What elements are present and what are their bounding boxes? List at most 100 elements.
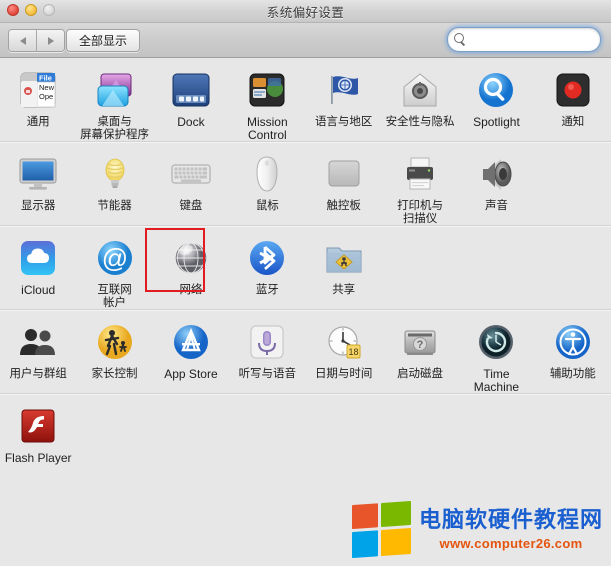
pref-pane-network[interactable]: 网络	[144, 226, 229, 310]
preference-row-personal: File New Ope 通用 桌面与 屏幕保护程序 Dock Mission …	[0, 58, 611, 142]
dictation-speech-icon	[245, 320, 289, 364]
pref-pane-label: 打印机与 扫描仪	[397, 200, 444, 225]
pref-pane-label: Spotlight	[473, 115, 520, 129]
pref-pane-desktop-screensaver[interactable]: 桌面与 屏幕保护程序	[76, 58, 152, 142]
watermark: 电脑软硬件教程网 www.computer26.com	[351, 500, 603, 559]
pref-pane-displays[interactable]: 显示器	[0, 142, 76, 226]
pref-pane-label: 语言与地区	[314, 116, 373, 128]
security-privacy-icon	[398, 68, 442, 112]
toolbar: 全部显示	[0, 23, 611, 58]
preference-grid: Flash Player	[0, 394, 611, 465]
svg-text:18: 18	[348, 347, 358, 357]
pref-pane-security-privacy[interactable]: 安全性与隐私	[382, 58, 458, 142]
pref-pane-dock[interactable]: Dock	[153, 58, 229, 142]
pref-pane-label: iCloud	[21, 283, 56, 297]
pref-pane-dictation-speech[interactable]: 听写与语音	[229, 310, 305, 394]
keyboard-icon	[169, 152, 213, 196]
time-machine-icon	[474, 320, 518, 364]
search-icon	[454, 33, 467, 46]
pref-pane-label: Dock	[177, 115, 205, 129]
pref-pane-label: 安全性与隐私	[385, 116, 455, 128]
icloud-icon	[16, 236, 60, 280]
pref-pane-printers-scanners[interactable]: 打印机与 扫描仪	[382, 142, 458, 226]
pref-pane-notifications[interactable]: 通知	[535, 58, 611, 142]
pref-pane-flash-player[interactable]: Flash Player	[0, 394, 76, 465]
svg-text:Ope: Ope	[39, 92, 53, 101]
trackpad-icon	[322, 152, 366, 196]
pref-pane-mission-control[interactable]: Mission Control	[229, 58, 305, 142]
show-all-button[interactable]: 全部显示	[66, 29, 141, 52]
pref-pane-keyboard[interactable]: 键盘	[153, 142, 229, 226]
chevron-right-icon	[47, 36, 54, 45]
pref-pane-trackpad[interactable]: 触控板	[306, 142, 382, 226]
pref-pane-bluetooth[interactable]: 蓝牙	[229, 226, 305, 310]
pref-pane-users-groups[interactable]: 用户与群组	[0, 310, 76, 394]
preference-row-system: 用户与群组 家长控制 App Store 听写与语音 18 日期与时间 ? 启动磁…	[0, 310, 611, 394]
pref-pane-energy-saver[interactable]: 节能器	[76, 142, 152, 226]
energy-saver-icon	[93, 152, 137, 196]
pref-pane-label: Flash Player	[4, 451, 72, 465]
svg-text:File: File	[39, 74, 52, 83]
pref-pane-label: 启动磁盘	[397, 368, 444, 380]
pref-pane-label: Time Machine	[473, 367, 520, 394]
pref-pane-label: Mission Control	[246, 115, 288, 142]
flash-player-icon	[16, 404, 60, 448]
pref-pane-app-store[interactable]: App Store	[153, 310, 229, 394]
pref-pane-label: 鼠标	[255, 200, 279, 212]
pref-pane-sound[interactable]: 声音	[458, 142, 534, 226]
parental-controls-icon	[93, 320, 137, 364]
pref-pane-date-time[interactable]: 18 日期与时间	[306, 310, 382, 394]
general-icon: File New Ope	[16, 68, 60, 112]
search-field[interactable]	[447, 27, 611, 52]
pref-pane-parental-controls[interactable]: 家长控制	[76, 310, 152, 394]
app-store-icon	[169, 320, 213, 364]
svg-text:@: @	[101, 243, 127, 273]
pref-pane-label: 显示器	[20, 200, 56, 212]
pref-pane-label: 蓝牙	[255, 284, 279, 296]
pref-pane-label: 通知	[561, 116, 585, 128]
pref-pane-label: 互联网 帐户	[97, 284, 132, 309]
search-input[interactable]	[470, 28, 611, 51]
navigation-buttons	[8, 29, 65, 52]
pref-pane-label: 日期与时间	[314, 368, 373, 380]
preference-grid: iCloud @ 互联网 帐户 网络 蓝牙 共享	[0, 226, 611, 310]
pref-pane-label: 声音	[484, 200, 508, 212]
date-time-icon: 18	[322, 320, 366, 364]
back-button[interactable]	[9, 30, 36, 51]
preference-grid: 显示器 节能器 键盘 鼠标 触控板 打印机与 扫描仪 声音	[0, 142, 611, 226]
accessibility-icon	[551, 320, 595, 364]
pref-pane-label: 节能器	[97, 200, 132, 212]
pref-pane-internet-accounts[interactable]: @ 互联网 帐户	[76, 226, 152, 310]
pref-pane-label: 键盘	[179, 200, 203, 212]
pref-pane-label: 桌面与 屏幕保护程序	[80, 116, 150, 141]
pref-pane-sharing[interactable]: 共享	[306, 226, 382, 310]
window-title: 系统偏好设置	[266, 6, 345, 20]
preference-row-internet-wireless: iCloud @ 互联网 帐户 网络 蓝牙 共享	[0, 226, 611, 310]
pref-pane-label: 辅助功能	[549, 368, 596, 380]
sound-icon	[474, 152, 518, 196]
printers-scanners-icon	[398, 152, 442, 196]
pref-pane-icloud[interactable]: iCloud	[0, 226, 76, 310]
watermark-text: 电脑软硬件教程网 www.computer26.com	[419, 509, 603, 550]
preference-grid: File New Ope 通用 桌面与 屏幕保护程序 Dock Mission …	[0, 58, 611, 142]
pref-pane-startup-disk[interactable]: ? 启动磁盘	[382, 310, 458, 394]
preference-row-other: Flash Player	[0, 394, 611, 465]
pref-pane-label: 听写与语音	[238, 368, 297, 380]
pref-pane-label: 通用	[26, 116, 50, 128]
pref-pane-mouse[interactable]: 鼠标	[229, 142, 305, 226]
network-icon	[169, 236, 213, 280]
pref-pane-label: 触控板	[326, 200, 361, 212]
pref-pane-general[interactable]: File New Ope 通用	[0, 58, 76, 142]
title-bar: 系统偏好设置	[0, 0, 611, 23]
desktop-screensaver-icon	[93, 68, 137, 112]
pref-pane-accessibility[interactable]: 辅助功能	[535, 310, 611, 394]
pref-pane-spotlight[interactable]: Spotlight	[458, 58, 534, 142]
pref-pane-time-machine[interactable]: Time Machine	[458, 310, 534, 394]
pref-pane-language-region[interactable]: 语言与地区	[306, 58, 382, 142]
sharing-icon	[322, 236, 366, 280]
forward-button[interactable]	[36, 30, 64, 51]
preference-row-hardware: 显示器 节能器 键盘 鼠标 触控板 打印机与 扫描仪 声音	[0, 142, 611, 226]
system-preferences-window: 系统偏好设置 全部显示 File New Ope 通用 桌面与 屏幕保护程序 D…	[0, 0, 611, 566]
svg-text:?: ?	[417, 339, 424, 351]
svg-text:New: New	[39, 83, 55, 92]
